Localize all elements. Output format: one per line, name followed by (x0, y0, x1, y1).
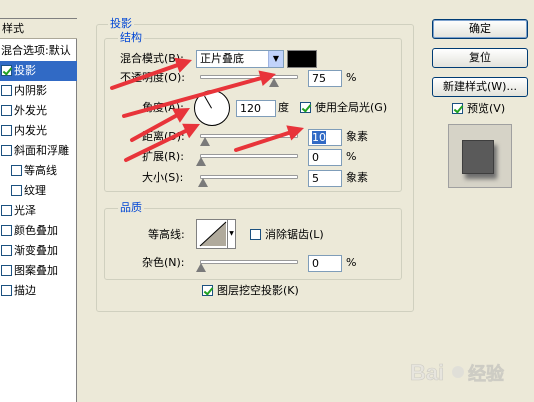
svg-text:经验: 经验 (468, 363, 505, 384)
sidebar-item[interactable]: 纹理 (0, 181, 77, 201)
spread-unit: % (346, 150, 357, 163)
sidebar-item-checkbox[interactable] (1, 105, 12, 116)
quality-title: 品质 (118, 201, 144, 214)
sidebar-item-checkbox[interactable] (1, 85, 12, 96)
sidebar-item[interactable]: 光泽 (0, 201, 77, 221)
size-input[interactable]: 5 (308, 170, 342, 187)
opacity-label: 不透明度(O): (120, 71, 185, 84)
spread-slider-track[interactable] (200, 154, 298, 158)
global-light-label: 使用全局光(G) (315, 101, 388, 114)
noise-slider-track[interactable] (200, 260, 298, 264)
sidebar-item-checkbox[interactable] (1, 205, 12, 216)
sidebar-item[interactable]: 斜面和浮雕 (0, 141, 77, 161)
sidebar-item-label: 等高线 (24, 164, 57, 177)
contour-dropdown-icon[interactable]: ▼ (227, 220, 235, 248)
sidebar-item-label: 描边 (14, 284, 36, 297)
size-slider-track[interactable] (200, 175, 298, 179)
opacity-slider-thumb[interactable] (268, 78, 279, 87)
chevron-down-icon: ▼ (268, 51, 283, 67)
angle-dial[interactable] (194, 90, 230, 126)
sidebar-item-checkbox[interactable] (1, 285, 12, 296)
sidebar-item-checkbox[interactable] (1, 145, 12, 156)
global-light-checkbox[interactable] (300, 102, 311, 113)
drop-shadow-title: 投影 (108, 17, 134, 30)
sidebar-item[interactable]: 投影 (0, 61, 77, 81)
sidebar-item[interactable]: 渐变叠加 (0, 241, 77, 261)
opacity-slider-track[interactable] (200, 75, 298, 79)
sidebar-item[interactable]: 颜色叠加 (0, 221, 77, 241)
sidebar-item-label: 纹理 (24, 184, 46, 197)
sidebar-item-label: 混合选项:默认 (1, 44, 71, 57)
knockout-checkbox[interactable] (202, 285, 213, 296)
sidebar-item-checkbox[interactable] (1, 125, 12, 136)
sidebar-item[interactable]: 图案叠加 (0, 261, 77, 281)
spread-label: 扩展(R): (142, 150, 184, 163)
distance-label: 距离(D): (142, 130, 185, 143)
distance-slider-thumb[interactable] (200, 137, 210, 146)
size-unit: 象素 (346, 171, 368, 184)
noise-unit: % (346, 256, 357, 269)
sidebar-item[interactable]: 混合选项:默认 (0, 41, 77, 61)
new-style-button[interactable]: 新建样式(W)... (432, 77, 528, 97)
size-label: 大小(S): (142, 171, 184, 184)
noise-slider-thumb[interactable] (196, 263, 206, 272)
style-list-header: 样式 (0, 19, 77, 39)
sidebar-item-label: 外发光 (14, 104, 47, 117)
distance-unit: 象素 (346, 130, 368, 143)
contour-picker[interactable]: ▼ (196, 219, 236, 249)
sidebar-item[interactable]: 描边 (0, 281, 77, 301)
angle-dial-needle (204, 95, 212, 109)
sidebar-item-label: 内发光 (14, 124, 47, 137)
svg-text:Bai: Bai (410, 360, 444, 385)
sidebar-item-label: 渐变叠加 (14, 244, 58, 257)
sidebar-item-checkbox[interactable] (1, 245, 12, 256)
blend-mode-label: 混合模式(B): (120, 52, 184, 65)
sidebar-item-label: 斜面和浮雕 (14, 144, 69, 157)
size-slider-thumb[interactable] (198, 178, 208, 187)
sidebar-item-checkbox[interactable] (1, 65, 12, 76)
angle-label: 角度(A): (142, 101, 184, 114)
sidebar-item-checkbox[interactable] (1, 225, 12, 236)
sidebar-item-checkbox[interactable] (11, 165, 22, 176)
preview-label: 预览(V) (467, 102, 506, 115)
sidebar-item-label: 颜色叠加 (14, 224, 58, 237)
opacity-input[interactable]: 75 (308, 70, 342, 87)
opacity-unit: % (346, 71, 357, 84)
contour-curve-icon (199, 221, 227, 247)
preview-checkbox[interactable] (452, 103, 463, 114)
sidebar-item-label: 图案叠加 (14, 264, 58, 277)
watermark-logo: Bai 经验 (408, 352, 526, 392)
angle-input[interactable]: 120 (236, 100, 276, 117)
angle-unit: 度 (278, 101, 289, 114)
style-list: 样式混合选项:默认投影内阴影外发光内发光斜面和浮雕等高线纹理光泽颜色叠加渐变叠加… (0, 18, 77, 402)
distance-value: 10 (312, 131, 326, 144)
blend-mode-value: 正片叠底 (200, 52, 244, 65)
blend-color-swatch[interactable] (287, 50, 317, 68)
sidebar-item-label: 内阴影 (14, 84, 47, 97)
anti-alias-checkbox[interactable] (250, 229, 261, 240)
structure-title: 结构 (118, 31, 144, 44)
reset-button[interactable]: 复位 (432, 48, 528, 68)
spread-input[interactable]: 0 (308, 149, 342, 166)
sidebar-item-label: 投影 (14, 64, 36, 77)
anti-alias-label: 消除锯齿(L) (265, 228, 324, 241)
noise-label: 杂色(N): (142, 256, 185, 269)
spread-slider-thumb[interactable] (196, 157, 206, 166)
contour-label: 等高线: (148, 228, 185, 241)
blend-mode-select[interactable]: 正片叠底 ▼ (196, 50, 284, 68)
sidebar-item-checkbox[interactable] (1, 265, 12, 276)
sidebar-item[interactable]: 等高线 (0, 161, 77, 181)
sidebar-item-checkbox[interactable] (11, 185, 22, 196)
sidebar-item[interactable]: 内发光 (0, 121, 77, 141)
noise-input[interactable]: 0 (308, 255, 342, 272)
sidebar-item-label: 光泽 (14, 204, 36, 217)
ok-button[interactable]: 确定 (432, 19, 528, 39)
preview-swatch (448, 124, 512, 188)
preview-square (462, 140, 494, 174)
sidebar-item[interactable]: 外发光 (0, 101, 77, 121)
distance-slider-track[interactable] (200, 134, 298, 138)
distance-input[interactable]: 10 (308, 129, 342, 146)
sidebar-item[interactable]: 内阴影 (0, 81, 77, 101)
knockout-label: 图层挖空投影(K) (217, 284, 299, 297)
